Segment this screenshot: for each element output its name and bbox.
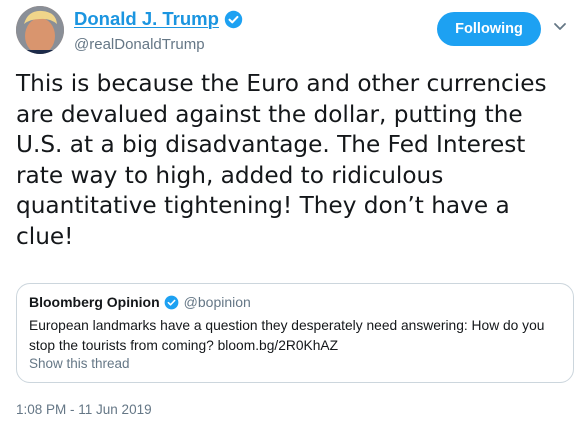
tweet-text-line: clue!: [16, 222, 74, 250]
author-handle[interactable]: @realDonaldTrump: [74, 36, 205, 53]
author-name-row: Donald J. Trump: [74, 8, 243, 30]
tweet-text-line: This is because the Euro and other curre…: [16, 70, 547, 97]
quoted-tweet-card[interactable]: Bloomberg Opinion @bopinion European lan…: [16, 283, 574, 383]
profile-avatar: [16, 6, 64, 54]
quoted-tweet-header: Bloomberg Opinion @bopinion: [29, 294, 251, 310]
quoted-tweet-text: European landmarks have a question they …: [29, 316, 559, 356]
verified-badge-icon: [224, 10, 243, 28]
tweet-timestamp[interactable]: 1:08 PM - 11 Jun 2019: [16, 402, 152, 417]
avatar[interactable]: [16, 6, 64, 54]
tweet-text-line: rate way to high, added to ridiculous: [16, 161, 444, 189]
quoted-text-line: stop the tourists from coming? bloom.bg/…: [29, 338, 339, 353]
chevron-down-icon[interactable]: [553, 22, 567, 32]
author-display-name[interactable]: Donald J. Trump: [74, 8, 219, 30]
verified-badge-icon: [164, 295, 179, 309]
tweet-text-line: U.S. at a big disadvantage. The Fed Inte…: [16, 131, 526, 158]
quoted-display-name: Bloomberg Opinion: [29, 294, 160, 310]
quoted-handle: @bopinion: [183, 294, 251, 310]
tweet-text: This is because the Euro and other curre…: [16, 69, 572, 252]
following-button[interactable]: Following: [437, 12, 541, 46]
show-this-thread-link[interactable]: Show this thread: [29, 356, 130, 371]
tweet-text-line: quantitative tightening! They don’t have…: [16, 192, 510, 219]
tweet-text-line: are devalued against the dollar, putting…: [16, 100, 523, 128]
quoted-text-line: European landmarks have a question they …: [29, 318, 545, 333]
